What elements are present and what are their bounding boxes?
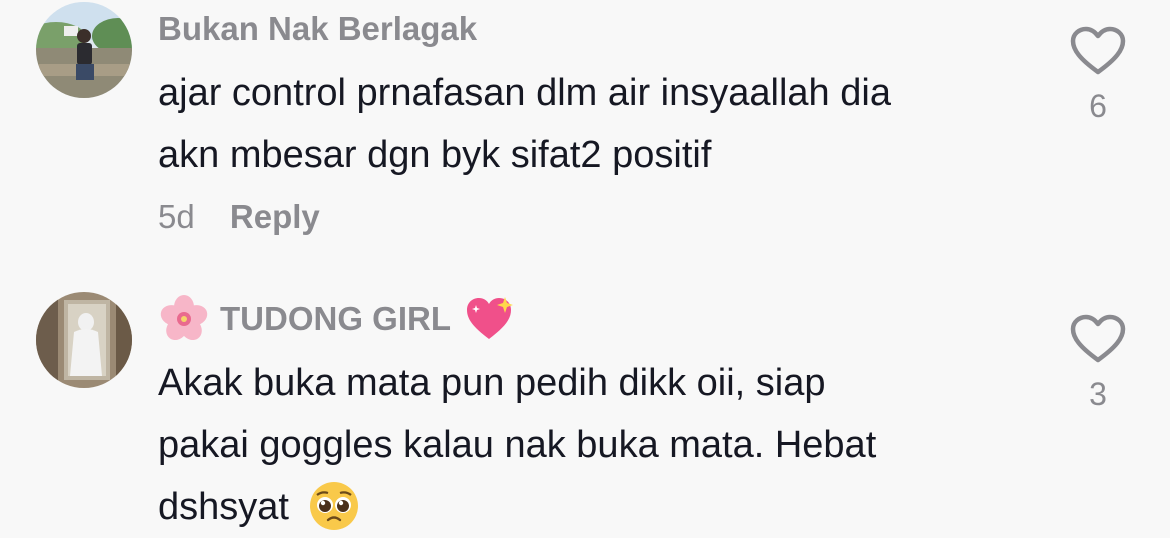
avatar-image [36,292,132,388]
like-button[interactable]: 6 [1066,26,1130,125]
heart-outline-icon [1070,26,1126,75]
like-button[interactable]: 3 [1066,314,1130,413]
username[interactable]: Bukan Nak Berlagak [158,10,477,48]
comment-item: TUDONG GIRL Akak buka mata pun pedih dik… [0,280,1170,535]
pleading-face-emoji [309,481,358,530]
comment-text-line: akn mbesar dgn byk sifat2 positif [158,134,712,176]
like-count: 6 [1089,88,1107,124]
avatar[interactable] [36,292,132,388]
username[interactable]: TUDONG GIRL [158,294,515,344]
comment-text: Akak buka mata pun pedih dikk oii, siap … [158,352,1038,538]
sparkling-heart-emoji [466,297,513,339]
comment-text-line: Akak buka mata pun pedih dikk oii, siap [158,362,826,404]
comment-meta: 5d Reply [158,198,320,236]
timestamp: 5d [158,198,195,235]
comment-item: Bukan Nak Berlagak ajar control prnafasa… [0,0,1170,260]
reply-button[interactable]: Reply [230,198,320,235]
comment-text-line: ajar control prnafasan dlm air insyaalla… [158,72,891,114]
heart-outline-icon [1070,314,1126,363]
comment-text-line: dshsyat [158,476,1038,538]
avatar[interactable] [36,2,132,98]
like-count: 3 [1089,376,1107,412]
avatar-image [36,2,132,98]
comment-text-line: pakai goggles kalau nak buka mata. Hebat [158,424,877,466]
comment-text: ajar control prnafasan dlm air insyaalla… [158,62,1038,186]
cherry-blossom-emoji [160,295,208,341]
